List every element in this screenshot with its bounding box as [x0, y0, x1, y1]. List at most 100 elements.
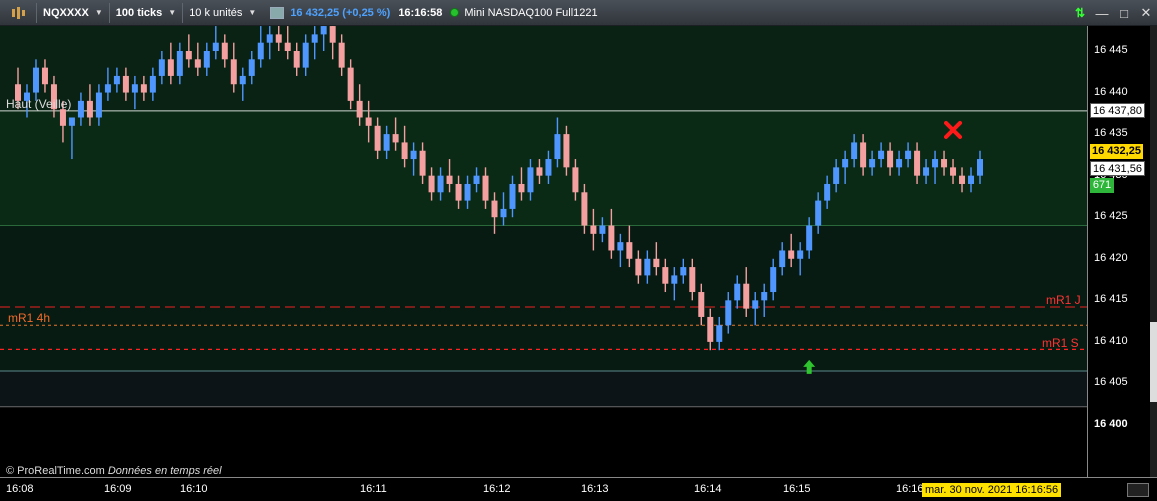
- candle-body: [230, 59, 237, 85]
- candle-body: [266, 34, 273, 43]
- candle-body: [212, 42, 219, 51]
- candle-body: [410, 150, 417, 160]
- price-tick-label: 16 410: [1094, 334, 1128, 347]
- symbol-label: NQXXXX: [43, 6, 89, 19]
- candle-body: [554, 134, 561, 160]
- candle-body: [788, 250, 795, 259]
- last-price-change: 16 432,25 (+0,25 %): [290, 6, 391, 19]
- candle-body: [374, 125, 381, 151]
- candle-body: [779, 250, 786, 268]
- close-button[interactable]: ✕: [1135, 5, 1157, 21]
- side-panel-strip: [1150, 26, 1157, 477]
- candle-body: [950, 167, 957, 176]
- candle-body: [536, 167, 543, 176]
- candle-body: [851, 142, 858, 160]
- interval-label: 100 ticks: [115, 6, 163, 19]
- level-label-mr1-4h: mR1 4h: [8, 311, 51, 325]
- candle-body: [500, 208, 507, 218]
- candle-body: [518, 183, 525, 193]
- candle-body: [608, 225, 615, 251]
- candle-body: [878, 150, 885, 160]
- candle-body: [941, 159, 948, 168]
- candle-body: [86, 100, 93, 118]
- high-previous-price-box: 16 437,80: [1090, 103, 1145, 118]
- candle-body: [590, 225, 597, 234]
- candle-body: [149, 75, 156, 93]
- candle-body: [104, 84, 111, 93]
- candle-body: [41, 67, 48, 85]
- candle-body: [644, 258, 651, 276]
- level-label-mr1-s: mR1 S: [1042, 336, 1079, 350]
- chevron-down-icon: ▼: [248, 8, 257, 17]
- candle-body: [599, 225, 606, 234]
- last-price-box: 16 432,25: [1090, 144, 1143, 159]
- instrument-icon[interactable]: [270, 6, 285, 19]
- minimize-button[interactable]: —: [1091, 6, 1113, 21]
- candle-body: [32, 67, 39, 93]
- price-tick-label: 16 445: [1094, 44, 1128, 56]
- time-tick-label: 16:16: [896, 483, 924, 495]
- candle-body: [275, 34, 282, 43]
- interval-dropdown[interactable]: 100 ticks ▼: [108, 2, 182, 23]
- level-label-mr1-j: mR1 J: [1046, 293, 1081, 307]
- candle-body: [617, 242, 624, 251]
- connection-status-icon: [450, 8, 460, 17]
- price-tick-label: 16 435: [1094, 127, 1128, 140]
- average-price-box: 16 431,56: [1090, 161, 1145, 176]
- candle-body: [365, 117, 372, 126]
- up-down-arrows-icon[interactable]: ⇅: [1069, 6, 1091, 20]
- time-tick-label: 16:12: [483, 483, 511, 495]
- time-tick-label: 16:11: [360, 483, 387, 495]
- candle-body: [311, 34, 318, 43]
- candle-body: [356, 100, 363, 118]
- candle-body: [563, 134, 570, 168]
- side-panel-handle[interactable]: [1150, 322, 1157, 402]
- candle-body: [968, 175, 975, 184]
- copyright-icon: ©: [6, 465, 15, 477]
- candle-body: [446, 175, 453, 184]
- units-dropdown[interactable]: 10 k unités ▼: [182, 2, 262, 23]
- candle-body: [194, 59, 201, 68]
- price-tick-label: 16 405: [1094, 376, 1128, 389]
- candle-body: [842, 159, 849, 168]
- candle-body: [635, 258, 642, 276]
- brand-text: ProRealTime.com: [17, 465, 105, 477]
- candle-body: [95, 92, 102, 118]
- candle-body: [383, 134, 390, 151]
- candle-body: [113, 75, 120, 85]
- candle-body: [302, 42, 309, 68]
- price-tick-label: 16 425: [1094, 210, 1128, 223]
- candle-body: [131, 84, 138, 93]
- candle-body: [437, 175, 444, 193]
- candle-body: [581, 192, 588, 226]
- candle-body: [770, 267, 777, 293]
- symbol-dropdown[interactable]: NQXXXX ▼: [36, 2, 109, 23]
- candle-body: [203, 51, 210, 68]
- candle-body: [860, 142, 867, 168]
- candle-body: [77, 100, 84, 118]
- chevron-down-icon: ▼: [94, 8, 103, 17]
- maximize-button[interactable]: □: [1113, 6, 1135, 21]
- candle-body: [572, 167, 579, 193]
- candle-body: [743, 283, 750, 309]
- candle-body: [428, 175, 435, 193]
- candle-body: [68, 117, 75, 126]
- candle-body: [833, 167, 840, 184]
- window-controls: ⇅ — □ ✕: [1069, 0, 1157, 26]
- candle-body: [689, 267, 696, 293]
- candles-icon[interactable]: [0, 0, 36, 26]
- chart-settings-icon[interactable]: [1127, 483, 1149, 497]
- time-tick-label: 16:08: [6, 483, 34, 495]
- candle-body: [221, 42, 228, 60]
- candle-body: [158, 59, 165, 76]
- chevron-down-icon: ▼: [168, 8, 177, 17]
- chart-footer: © ProRealTime.com Données en temps réel: [6, 465, 222, 477]
- candle-body: [977, 159, 983, 176]
- candle-body: [869, 159, 876, 168]
- price-chart[interactable]: [0, 26, 1087, 477]
- candle-body: [455, 183, 462, 201]
- data-status-text: Données en temps réel: [107, 465, 222, 477]
- candle-body: [185, 51, 192, 60]
- candle-body: [167, 59, 174, 76]
- candle-body: [482, 175, 489, 201]
